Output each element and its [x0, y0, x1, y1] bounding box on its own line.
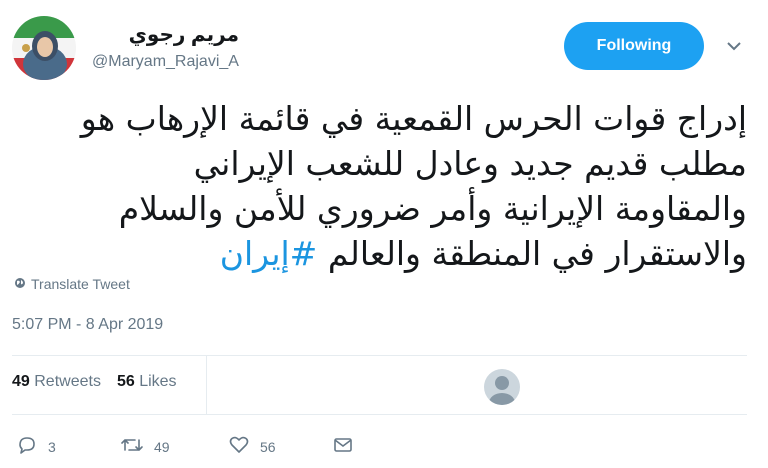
- heart-icon: [228, 434, 250, 459]
- tweet-line: والاستقرار في المنطقة والعالم #إيران: [12, 231, 747, 276]
- like-button[interactable]: 56: [228, 434, 276, 459]
- retweets-count: 49: [12, 373, 30, 390]
- display-name[interactable]: مريم رجوي: [92, 22, 239, 47]
- tweet-line: إدراج قوات الحرس القمعية في قائمة الإرها…: [80, 99, 747, 138]
- divider: [12, 355, 747, 356]
- user-handle[interactable]: @Maryam_Rajavi_A: [92, 53, 239, 71]
- reply-button[interactable]: 3: [16, 434, 56, 459]
- tweet-stats: 49 Retweets 56 Likes: [12, 373, 177, 391]
- likes-count: 56: [116, 373, 135, 390]
- retweet-icon: [120, 434, 144, 459]
- likes-stat[interactable]: 56 Likes: [117, 373, 177, 391]
- reply-icon: [16, 434, 38, 459]
- envelope-icon: [332, 434, 354, 459]
- divider: [206, 356, 207, 414]
- author-names: مريم رجوي @Maryam_Rajavi_A: [92, 22, 239, 71]
- tweet-line-text: والاستقرار في المنطقة والعالم: [317, 234, 747, 273]
- divider: [12, 414, 747, 415]
- globe-icon: [14, 276, 26, 292]
- retweet-count: 49: [154, 438, 170, 455]
- direct-message-button[interactable]: [332, 434, 354, 459]
- translate-label: Translate Tweet: [31, 276, 130, 292]
- tweet-line: مطلب قديم جديد وعادل للشعب الإيراني: [193, 144, 747, 183]
- retweet-button[interactable]: 49: [120, 434, 170, 459]
- liker-avatar[interactable]: [484, 369, 520, 405]
- chevron-down-icon[interactable]: [724, 36, 744, 56]
- tweet-line: والمقاومة الإيرانية وأمر ضروري للأمن وال…: [118, 189, 747, 228]
- avatar[interactable]: [12, 16, 76, 80]
- tweet-header: مريم رجوي @Maryam_Rajavi_A Following: [12, 16, 756, 80]
- retweets-stat[interactable]: 49 Retweets: [12, 373, 101, 391]
- likes-label: Likes: [139, 373, 177, 390]
- hashtag-link[interactable]: #إيران: [220, 234, 318, 273]
- reply-count: 3: [48, 438, 56, 455]
- tweet-text: إدراج قوات الحرس القمعية في قائمة الإرها…: [12, 96, 747, 276]
- like-count: 56: [260, 438, 276, 455]
- translate-tweet-link[interactable]: Translate Tweet: [14, 276, 130, 292]
- following-button[interactable]: Following: [564, 22, 704, 70]
- retweets-label: Retweets: [34, 373, 101, 390]
- tweet-timestamp[interactable]: 5:07 PM - 8 Apr 2019: [12, 316, 163, 334]
